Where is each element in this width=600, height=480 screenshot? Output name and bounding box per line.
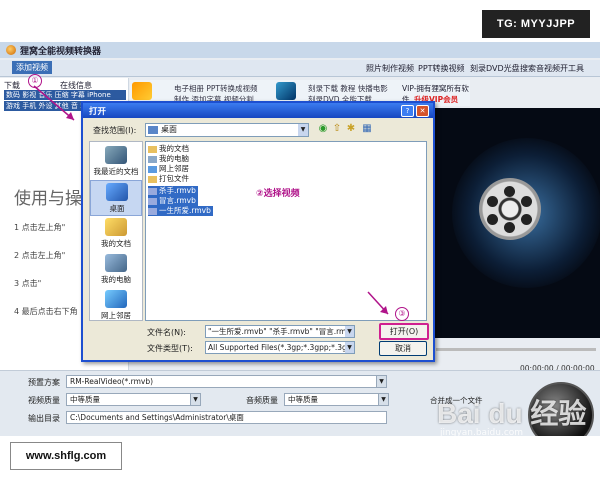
bottom-watermark: www.shflg.com — [10, 442, 122, 470]
top-watermark: TG: MYYJJPP — [482, 10, 590, 38]
annotation-arrows — [33, 85, 389, 315]
app-window: 狸窝全能视频转换器 添加视频 照片制作视频 PPT转换视频 刻录DVD光盘 搜索… — [0, 42, 600, 436]
